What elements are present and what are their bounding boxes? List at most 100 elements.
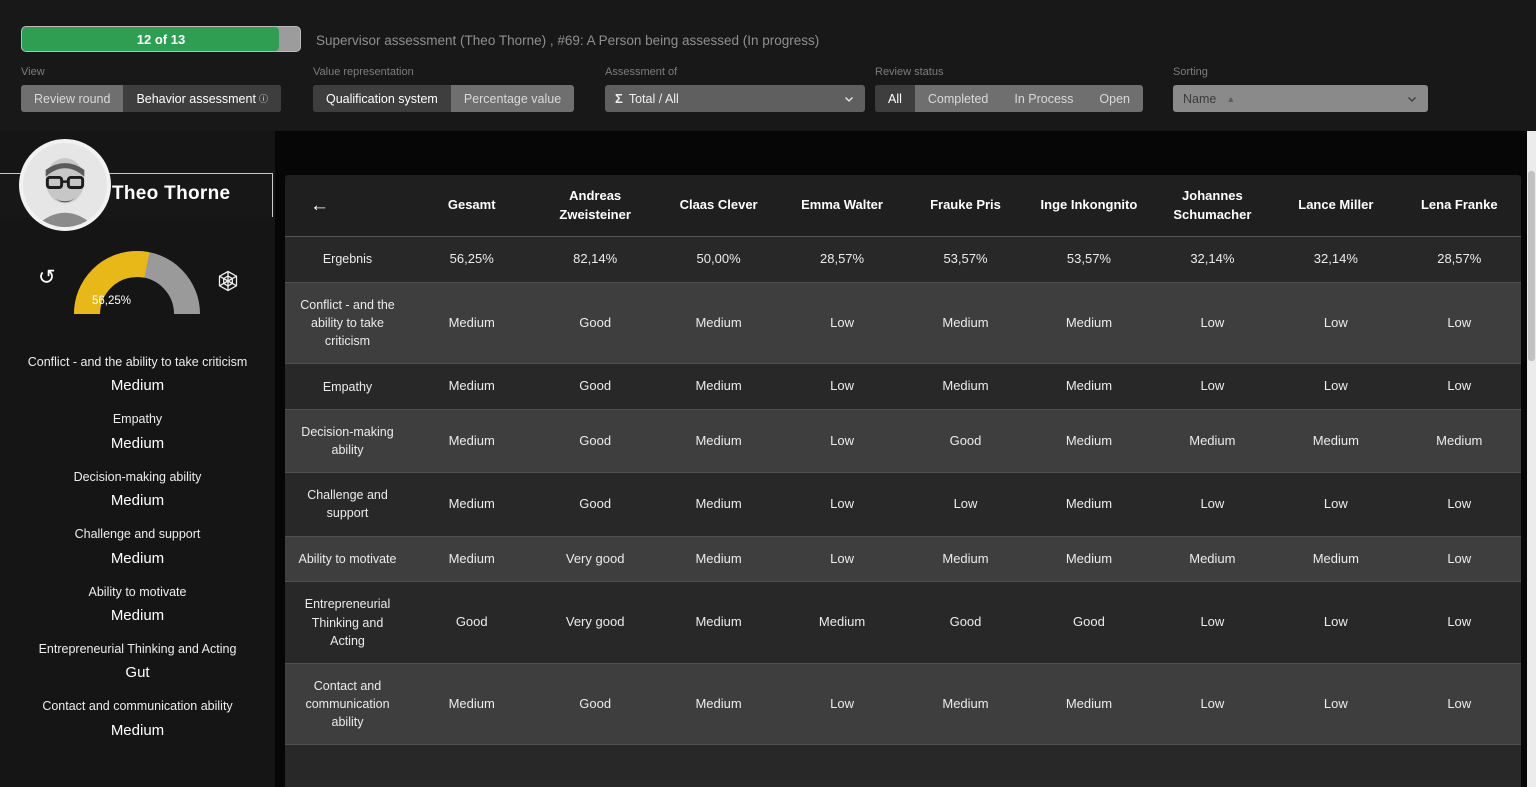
table-cell: Medium xyxy=(904,283,1027,363)
table-cell: Medium xyxy=(657,664,780,744)
column-header-johannes-schumacher[interactable]: Johannes Schumacher xyxy=(1151,175,1274,236)
value-representation-button-percentage-value[interactable]: Percentage value xyxy=(451,85,574,112)
person-name: Theo Thorne xyxy=(112,183,230,205)
table-cell: Medium xyxy=(1027,664,1150,744)
table-cell: 32,14% xyxy=(1151,237,1274,282)
table-cell: 56,25% xyxy=(410,237,533,282)
competency-item-contact-and-communication-ability[interactable]: Contact and communication abilityMedium xyxy=(12,697,263,738)
column-header-andreas-zweisteiner[interactable]: Andreas Zweisteiner xyxy=(533,175,656,236)
filter-label-assessment-of: Assessment of xyxy=(605,66,865,78)
table-cell: Low xyxy=(1398,364,1521,409)
row-label: Challenge and support xyxy=(285,473,410,535)
sigma-icon: Σ xyxy=(615,91,623,106)
table-cell: Medium xyxy=(657,473,780,535)
competency-value: Medium xyxy=(12,550,263,567)
competency-value: Medium xyxy=(12,607,263,624)
scrollbar-thumb[interactable] xyxy=(1528,171,1535,361)
column-header-lena-franke[interactable]: Lena Franke xyxy=(1398,175,1521,236)
column-header-frauke-pris[interactable]: Frauke Pris xyxy=(904,175,1027,236)
competency-label: Entrepreneurial Thinking and Acting xyxy=(12,640,263,659)
filter-label-value-representation: Value representation xyxy=(313,66,574,78)
table-cell: Medium xyxy=(1398,410,1521,472)
table-cell: 53,57% xyxy=(1027,237,1150,282)
app-root: 12 of 13 Supervisor assessment (Theo Tho… xyxy=(0,0,1536,787)
table-cell: Low xyxy=(1151,283,1274,363)
row-label: Entrepreneurial Thinking and Acting xyxy=(285,582,410,662)
sorting-value: Name xyxy=(1183,92,1216,106)
column-header-claas-clever[interactable]: Claas Clever xyxy=(657,175,780,236)
table-cell: Medium xyxy=(410,473,533,535)
table-cell: Good xyxy=(410,582,533,662)
reset-icon[interactable]: ↺ xyxy=(38,267,56,288)
table-cell: Medium xyxy=(904,664,1027,744)
competency-item-entrepreneurial-thinking-and-acting[interactable]: Entrepreneurial Thinking and ActingGut xyxy=(12,640,263,681)
chevron-down-icon xyxy=(1406,93,1418,105)
table-cell: 28,57% xyxy=(1398,237,1521,282)
table-cell: Medium xyxy=(904,364,1027,409)
radar-chart-icon[interactable] xyxy=(216,269,240,293)
value-representation-button-label: Qualification system xyxy=(326,92,438,106)
table-cell: Low xyxy=(1398,582,1521,662)
progress-label: 12 of 13 xyxy=(22,27,300,51)
table-cell: Low xyxy=(780,473,903,535)
table-cell: Medium xyxy=(410,410,533,472)
table-cell: Medium xyxy=(410,364,533,409)
competency-list: Conflict - and the ability to take criti… xyxy=(0,353,275,755)
review-status-button-open[interactable]: Open xyxy=(1086,85,1143,112)
row-label: Empathy xyxy=(285,364,410,409)
table-corner-cell: ← xyxy=(285,175,410,236)
table-cell: Medium xyxy=(1274,537,1397,582)
table-cell: Good xyxy=(533,410,656,472)
table-cell: Low xyxy=(780,410,903,472)
table-row-empathy: EmpathyMediumGoodMediumLowMediumMediumLo… xyxy=(285,364,1521,410)
review-status-button-in-process[interactable]: In Process xyxy=(1001,85,1086,112)
table-cell: Medium xyxy=(657,582,780,662)
table-cell: Medium xyxy=(1274,410,1397,472)
row-label: Conflict - and the ability to take criti… xyxy=(285,283,410,363)
table-cell: Medium xyxy=(657,364,780,409)
column-header-lance-miller[interactable]: Lance Miller xyxy=(1274,175,1397,236)
assessment-of-select[interactable]: Σ Total / All xyxy=(605,85,865,112)
table-cell: Low xyxy=(1151,582,1274,662)
back-arrow-icon[interactable]: ← xyxy=(310,196,329,215)
table-cell: Low xyxy=(780,537,903,582)
sorting-select[interactable]: Name ▲ xyxy=(1173,85,1428,112)
table-cell: Medium xyxy=(657,410,780,472)
competency-item-ability-to-motivate[interactable]: Ability to motivateMedium xyxy=(12,583,263,624)
filter-group-review-status: Review status AllCompletedIn ProcessOpen xyxy=(875,66,1143,112)
chevron-down-icon xyxy=(843,93,855,105)
review-status-button-completed[interactable]: Completed xyxy=(915,85,1001,112)
competency-item-decision-making-ability[interactable]: Decision-making abilityMedium xyxy=(12,468,263,509)
view-button-label: Behavior assessment xyxy=(136,92,256,106)
table-row-decision-making-ability: Decision-making abilityMediumGoodMediumL… xyxy=(285,410,1521,473)
table-cell: Medium xyxy=(1027,283,1150,363)
result-gauge xyxy=(72,249,202,319)
value-representation-button-qualification-system[interactable]: Qualification system xyxy=(313,85,451,112)
table-cell: Low xyxy=(1274,582,1397,662)
competency-label: Empathy xyxy=(12,410,263,429)
topbar: 12 of 13 Supervisor assessment (Theo Tho… xyxy=(0,0,1536,131)
view-segmented-control: Review roundBehavior assessmentⓘ xyxy=(21,85,281,112)
column-header-emma-walter[interactable]: Emma Walter xyxy=(780,175,903,236)
table-cell: Good xyxy=(904,410,1027,472)
competency-item-conflict-and-the-ability-to-take-criticism[interactable]: Conflict - and the ability to take criti… xyxy=(12,353,263,394)
view-button-review-round[interactable]: Review round xyxy=(21,85,123,112)
competency-label: Conflict - and the ability to take criti… xyxy=(12,353,263,372)
table-cell: Medium xyxy=(657,537,780,582)
table-cell: Medium xyxy=(1151,410,1274,472)
table-row-challenge-and-support: Challenge and supportMediumGoodMediumLow… xyxy=(285,473,1521,536)
competency-item-challenge-and-support[interactable]: Challenge and support Medium xyxy=(12,525,263,566)
table-cell: Low xyxy=(1151,364,1274,409)
competency-label: Challenge and support xyxy=(12,525,263,544)
view-button-behavior-assessment[interactable]: Behavior assessmentⓘ xyxy=(123,85,281,112)
review-status-button-all[interactable]: All xyxy=(875,85,915,112)
competency-item-empathy[interactable]: EmpathyMedium xyxy=(12,410,263,451)
gauge-value-label: 56,25% xyxy=(92,295,131,307)
column-header-inge-inkongnito[interactable]: Inge Inkongnito xyxy=(1027,175,1150,236)
row-label: Contact and communication ability xyxy=(285,664,410,744)
review-status-button-label: In Process xyxy=(1014,92,1073,106)
column-header-gesamt[interactable]: Gesamt xyxy=(410,175,533,236)
table-cell: Medium xyxy=(1027,473,1150,535)
table-row-ergebnis: Ergebnis56,25%82,14%50,00%28,57%53,57%53… xyxy=(285,237,1521,283)
vertical-scrollbar[interactable] xyxy=(1527,131,1536,787)
